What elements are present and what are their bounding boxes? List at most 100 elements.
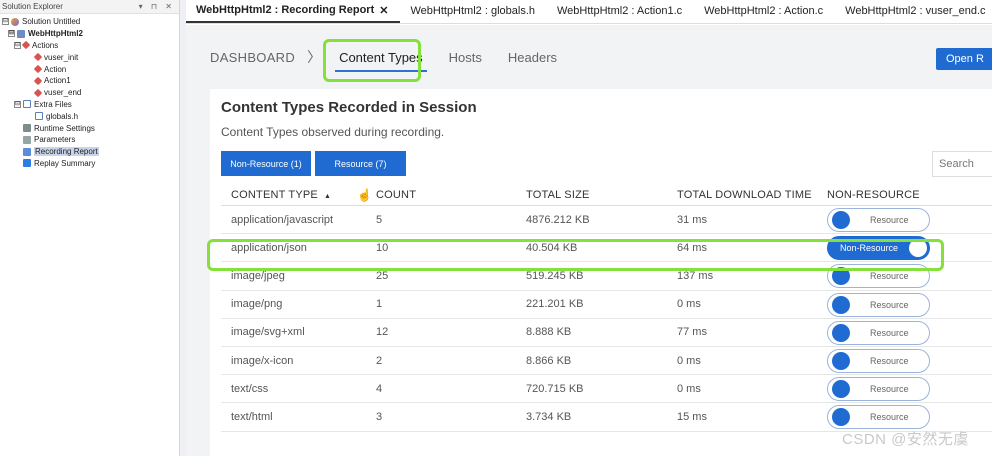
total-size-cell: 4876.212 KB	[526, 213, 590, 226]
dashboard-link[interactable]: DASHBOARD	[210, 50, 295, 65]
resource-toggle[interactable]: Non-Resource	[827, 236, 930, 261]
content-types-table: CONTENT TYPE ▲ ☝ COUNT TOTAL SIZE TOTAL D…	[221, 184, 992, 432]
count-cell: 4	[376, 382, 383, 395]
total-size-cell: 8.866 KB	[526, 354, 572, 367]
expand-toggle-icon[interactable]: ⊟	[2, 18, 9, 26]
toggle-label: Resource	[870, 215, 909, 225]
tree-node-label: Parameters	[34, 135, 76, 145]
toggle-knob	[832, 323, 850, 342]
tree-node[interactable]: Action	[0, 63, 179, 75]
header-total-download-time[interactable]: TOTAL DOWNLOAD TIME	[677, 189, 812, 201]
header-content-type[interactable]: CONTENT TYPE ▲	[231, 189, 331, 201]
tree-node[interactable]: Action1	[0, 75, 179, 87]
download-time-cell: 64 ms	[677, 241, 707, 254]
parameters-icon	[23, 135, 31, 144]
header-total-size[interactable]: TOTAL SIZE	[526, 189, 590, 201]
tree-node[interactable]: vuser_init	[0, 51, 179, 63]
total-size-cell: 720.715 KB	[526, 382, 584, 395]
expand-toggle-icon	[14, 136, 21, 143]
count-cell: 1	[376, 298, 383, 311]
open-button[interactable]: Open R	[936, 48, 992, 70]
resource-toggle[interactable]: Resource	[827, 292, 930, 317]
toggle-knob	[832, 267, 850, 286]
table-row: application/javascript 5 4876.212 KB 31 ms R…	[221, 206, 992, 235]
tree-node[interactable]: ⊟ Solution Untitled	[0, 16, 179, 28]
tree-node-label: Action	[44, 64, 67, 74]
table-row: image/svg+xml 12 8.888 KB 77 ms Resource	[221, 319, 992, 347]
tree-node-label: Extra Files	[34, 99, 72, 109]
content-type-cell: application/javascript	[231, 213, 334, 226]
content-type-cell: image/png	[231, 298, 283, 311]
toggle-label: Resource	[870, 412, 909, 423]
search-input[interactable]: Search	[932, 151, 992, 177]
download-time-cell: 15 ms	[677, 410, 707, 423]
table-row: application/json 10 40.504 KB 64 ms Non-Reso…	[221, 234, 992, 263]
solution-tree: ⊟ Solution Untitled ⊟ WebHttpHtml2 ⊟ Actions v…	[0, 14, 179, 169]
tree-node[interactable]: ⊟ Extra Files	[0, 99, 179, 111]
expand-toggle-icon[interactable]: ⊟	[14, 100, 21, 108]
editor-tab[interactable]: WebHttpHtml2 : globals.h	[400, 0, 547, 23]
resource-filter-button[interactable]: Resource (7)	[315, 151, 406, 176]
resource-toggle[interactable]: Resource	[827, 405, 930, 430]
count-cell: 2	[376, 354, 383, 367]
folder-icon	[23, 100, 31, 109]
table-row: image/jpeg 25 519.245 KB 137 ms Resource	[221, 262, 992, 291]
expand-toggle-icon	[26, 54, 33, 61]
tree-node[interactable]: Recording Report	[0, 146, 179, 158]
tree-node[interactable]: ⊟ Actions	[0, 40, 179, 52]
editor-tab[interactable]: WebHttpHtml2 : Action1.c	[547, 0, 694, 23]
tree-node-label: Solution Untitled	[22, 17, 81, 27]
expand-toggle-icon	[26, 113, 33, 120]
tree-node[interactable]: vuser_end	[0, 87, 179, 99]
header-count[interactable]: COUNT	[376, 189, 416, 201]
content-types-card: Content Types Recorded in Session Conten…	[210, 89, 992, 456]
sort-ascending-icon: ▲	[323, 192, 332, 200]
toggle-label: Resource	[870, 384, 909, 395]
actions-icon	[21, 41, 31, 50]
editor-tab-label: WebHttpHtml2 : Action.c	[704, 5, 824, 17]
tab-headers[interactable]: Headers	[508, 50, 557, 65]
resource-toggle[interactable]: Resource	[827, 264, 930, 289]
expand-toggle-icon[interactable]: ⊟	[14, 41, 21, 49]
replay-icon	[23, 159, 31, 168]
tab-hosts[interactable]: Hosts	[449, 50, 482, 65]
editor-tab-label: WebHttpHtml2 : Action1.c	[557, 5, 683, 17]
expand-toggle-icon[interactable]: ⊟	[8, 30, 15, 38]
tree-node[interactable]: globals.h	[0, 110, 179, 122]
action-icon	[33, 88, 43, 97]
panel-controls[interactable]: ▾ ⊓ ✕	[139, 2, 175, 11]
recording-report: DASHBOARD 〉 Content Types Hosts Headers …	[186, 25, 992, 456]
toggle-knob	[909, 239, 927, 258]
download-time-cell: 31 ms	[677, 213, 707, 226]
editor-tab[interactable]: WebHttpHtml2 : Action.c	[694, 0, 835, 23]
solution-explorer-panel: Solution Explorer ▾ ⊓ ✕ ⊟ Solution Untitl…	[0, 0, 180, 456]
watermark: CSDN @安然无虞	[842, 431, 969, 448]
count-cell: 12	[376, 326, 389, 339]
toggle-knob	[832, 351, 850, 370]
tree-node[interactable]: Parameters	[0, 134, 179, 146]
total-size-cell: 519.245 KB	[526, 269, 584, 282]
close-icon[interactable]: ✕	[379, 4, 388, 17]
hand-cursor-icon: ☝	[357, 187, 373, 202]
table-row: image/png 1 221.201 KB 0 ms Resource	[221, 291, 992, 319]
toggle-label: Resource	[870, 327, 909, 338]
tree-node[interactable]: Replay Summary	[0, 158, 179, 170]
editor-tab[interactable]: WebHttpHtml2 : vuser_end.c	[835, 0, 992, 23]
solution-icon	[11, 17, 19, 26]
tree-node-label: Actions	[32, 40, 59, 50]
chevron-right-icon: 〉	[307, 49, 322, 65]
resource-toggle[interactable]: Resource	[827, 377, 930, 402]
toggle-label: Non-Resource	[840, 243, 899, 254]
header-non-resource[interactable]: NON-RESOURCE	[827, 189, 920, 201]
resource-toggle[interactable]: Resource	[827, 348, 930, 373]
expand-toggle-icon	[26, 77, 33, 84]
resource-toggle[interactable]: Resource	[827, 320, 930, 345]
count-cell: 3	[376, 410, 383, 423]
resource-toggle[interactable]: Resource	[827, 208, 930, 232]
tree-node[interactable]: Runtime Settings	[0, 122, 179, 134]
tree-node[interactable]: ⊟ WebHttpHtml2	[0, 28, 179, 40]
tree-node-label: globals.h	[46, 111, 79, 121]
content-type-cell: image/jpeg	[231, 269, 285, 282]
non-resource-filter-button[interactable]: Non-Resource (1)	[221, 151, 311, 176]
editor-tab[interactable]: WebHttpHtml2 : Recording Report ✕	[186, 0, 401, 23]
